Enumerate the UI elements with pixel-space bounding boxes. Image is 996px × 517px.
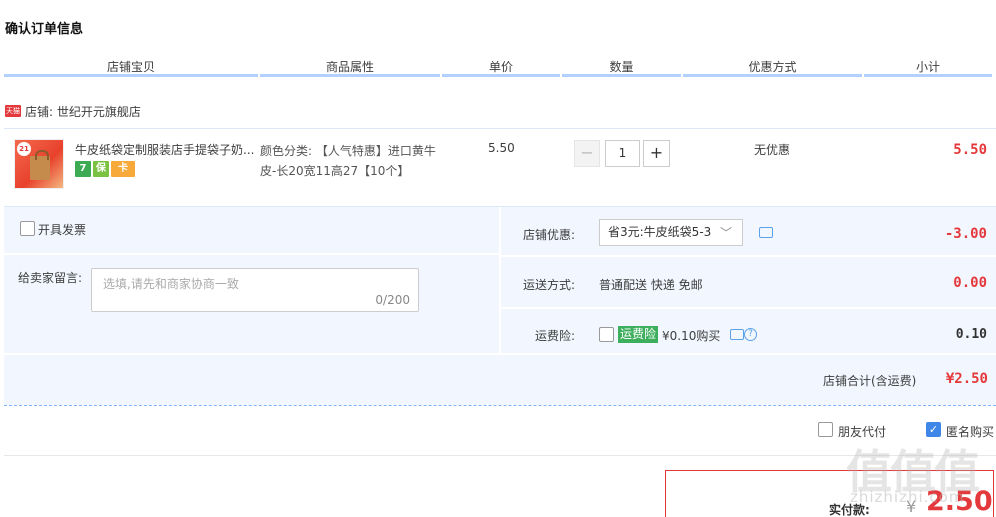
guarantee-icon[interactable]: 保 — [93, 161, 109, 177]
anonymous-purchase-checkbox[interactable]: ✓ — [926, 422, 941, 437]
column-underline — [4, 74, 258, 77]
message-icon[interactable] — [730, 329, 744, 340]
shipping-method-label: 运送方式: — [523, 278, 576, 292]
column-underline — [260, 74, 440, 77]
quantity-input[interactable]: 1 — [605, 140, 640, 167]
discount-mode: 无优惠 — [754, 143, 791, 157]
page-title: 确认订单信息 — [5, 22, 84, 37]
column-underline — [864, 74, 992, 77]
column-header-attributes: 商品属性 — [325, 60, 374, 74]
unit-price: 5.50 — [488, 141, 515, 155]
friend-pay-checkbox[interactable] — [818, 422, 833, 437]
invoice-checkbox[interactable] — [20, 221, 35, 236]
thumbnail-badge: 21 — [17, 142, 31, 156]
column-underline — [562, 74, 681, 77]
seller-message-placeholder: 选填,请先和商家协商一致 — [103, 277, 239, 291]
column-header-discount: 优惠方式 — [748, 60, 797, 74]
shipping-insurance-label: 运费险: — [535, 329, 576, 343]
item-subtotal: 5.50 — [953, 142, 987, 158]
credit-card-icon[interactable]: 卡 — [111, 161, 135, 177]
column-underline — [442, 74, 560, 77]
column-header-unit-price: 单价 — [488, 60, 513, 74]
shipping-fee: 0.00 — [953, 275, 987, 291]
shop-total-label: 店铺合计(含运费) — [823, 374, 917, 388]
shop-discount-label: 店铺优惠: — [523, 228, 576, 242]
invoice-label[interactable]: 开具发票 — [38, 221, 86, 238]
message-icon[interactable] — [759, 227, 773, 238]
panel-separator — [501, 307, 996, 309]
column-header-subtotal: 小计 — [915, 60, 940, 74]
service-icons: 7 保 卡 — [75, 161, 135, 177]
panel-separator — [4, 253, 499, 255]
panel-separator — [501, 255, 996, 257]
paper-bag-icon — [30, 150, 50, 180]
column-header-shop-item: 店铺宝贝 — [106, 60, 155, 74]
shipping-insurance-tag: 运费险 — [618, 326, 659, 343]
quantity-increase-button[interactable]: + — [643, 140, 670, 167]
shop-total-amount: ¥2.50 — [945, 371, 988, 387]
seller-message-label: 给卖家留言: — [18, 271, 83, 285]
help-icon[interactable]: ? — [744, 328, 757, 341]
shipping-insurance-checkbox[interactable] — [599, 327, 614, 342]
shipping-insurance-amount: 0.10 — [955, 327, 987, 342]
quantity-decrease-button[interactable]: − — [574, 140, 600, 167]
shop-discount-amount: -3.00 — [944, 226, 987, 242]
divider — [4, 128, 996, 129]
dashed-divider — [4, 405, 996, 406]
seller-message-counter: 0/200 — [375, 293, 410, 307]
watermark-site: zhizhizhi.com — [850, 488, 965, 506]
tmall-shop-icon: 天猫 — [5, 105, 21, 117]
shipping-method-value: 普通配送 快递 免邮 — [599, 278, 703, 292]
product-thumbnail[interactable]: 21 — [14, 139, 64, 189]
panel-separator — [499, 207, 501, 353]
shipping-insurance-price: ¥0.10购买 — [662, 329, 721, 343]
chevron-down-icon[interactable]: ﹀ — [720, 224, 732, 241]
seven-day-return-icon[interactable]: 7 — [75, 161, 91, 177]
column-header-quantity: 数量 — [609, 60, 634, 74]
shop-name-link[interactable]: 店铺: 世纪开元旗舰店 — [25, 103, 141, 120]
product-attributes: 颜色分类: 【人气特惠】进口黄牛皮-长20宽11高27【10个】 — [260, 144, 436, 178]
product-title-link[interactable]: 牛皮纸袋定制服装店手提袋子奶... — [75, 141, 255, 158]
column-underline — [683, 74, 862, 77]
